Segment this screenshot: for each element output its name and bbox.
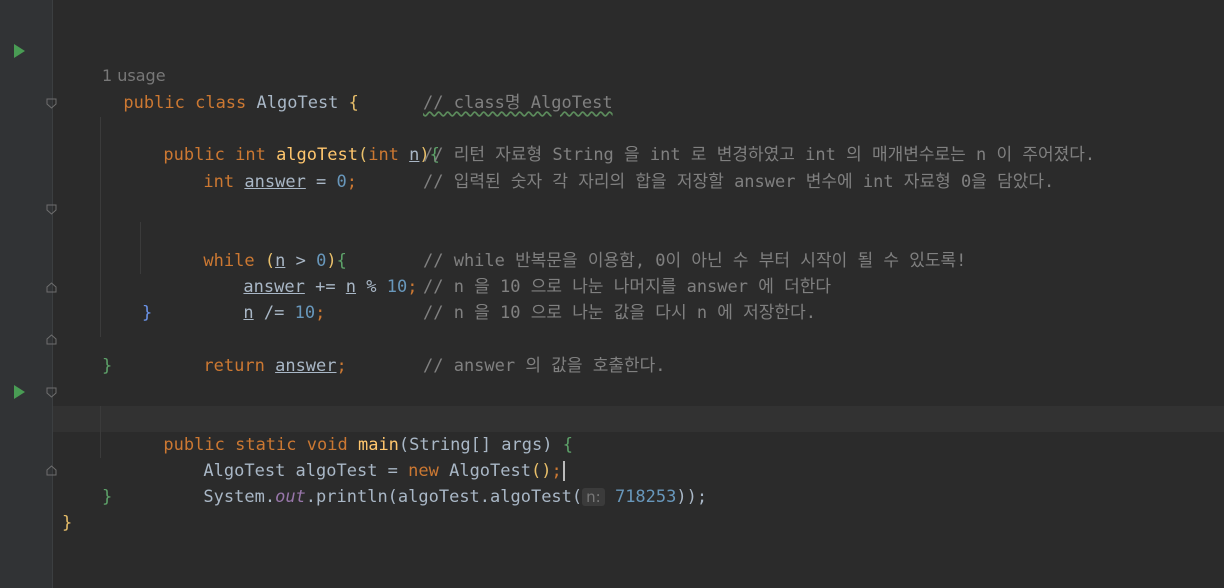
- code-line[interactable]: return answer; // answer 의 값을 호출한다.: [53, 301, 665, 376]
- brace: {: [348, 93, 359, 113]
- usage-hint[interactable]: 1 usage: [102, 66, 166, 85]
- code-line[interactable]: public class AlgoTest { // class명 AlgoTe…: [53, 38, 612, 113]
- code-line[interactable]: System.out.println(algoTest.algoTest(n: …: [53, 432, 707, 507]
- keyword: public: [123, 93, 185, 113]
- variable: n: [345, 277, 357, 297]
- code-line[interactable]: }: [53, 458, 112, 507]
- semicolon: ;: [336, 356, 347, 376]
- semicolon: ;: [315, 303, 326, 323]
- brace: }: [142, 303, 153, 323]
- run-class-icon[interactable]: [14, 44, 25, 58]
- brace: }: [102, 356, 113, 376]
- number: 10: [294, 303, 316, 323]
- variable: answer: [244, 172, 306, 192]
- operator: %: [356, 277, 387, 297]
- comment: // 리턴 자료형 String 을 int 로 변경하였고 int 의 매개변…: [423, 145, 1096, 165]
- variable: answer: [275, 356, 337, 376]
- method-call: .println(algoTest.algoTest(: [305, 487, 583, 507]
- comment: // 입력된 숫자 각 자리의 합을 저장할 answer 변수에 int 자료…: [423, 172, 1055, 192]
- code-line[interactable]: }: [53, 274, 152, 323]
- operator: /=: [253, 303, 295, 323]
- parameter-hint: n:: [582, 488, 605, 506]
- run-main-icon[interactable]: [14, 385, 25, 399]
- static-field: out: [275, 487, 306, 507]
- variable: n: [243, 303, 254, 323]
- keyword: int: [203, 172, 235, 192]
- comment: // n 을 10 으로 나눈 값을 다시 n 에 저장한다.: [423, 303, 816, 323]
- paren: ));: [676, 487, 708, 507]
- code-line[interactable]: }: [53, 327, 112, 376]
- comment: // n 을 10 으로 나눈 나머지를 answer 에 더한다: [423, 277, 832, 297]
- comment: // class명 AlgoTest: [423, 93, 613, 113]
- code-line[interactable]: n /= 10; // n 을 10 으로 나눈 값을 다시 n 에 저장한다.: [53, 248, 816, 323]
- code-line[interactable]: while (n > 0){ // while 반복문을 이용함, 0이 아닌 …: [53, 196, 966, 271]
- operator: =: [305, 172, 337, 192]
- code-line[interactable]: public static void main(String[] args) {: [53, 380, 573, 455]
- parameter: n: [409, 145, 420, 165]
- paren: (: [357, 145, 369, 165]
- keyword: class: [195, 93, 247, 113]
- keyword: return: [203, 356, 265, 376]
- number: 718253: [614, 487, 677, 507]
- class-name: AlgoTest: [256, 93, 339, 113]
- brace: }: [62, 513, 73, 533]
- class-name: System.: [203, 487, 276, 507]
- code-line[interactable]: answer += n % 10; // n 을 10 으로 나눈 나머지를 a…: [53, 222, 831, 297]
- indent-guide: [100, 117, 101, 337]
- code-line[interactable]: int answer = 0; // 입력된 숫자 각 자리의 합을 저장할 a…: [53, 117, 1054, 192]
- code-line[interactable]: AlgoTest algoTest = new AlgoTest();: [53, 406, 565, 481]
- number: 10: [386, 277, 408, 297]
- code-editor[interactable]: public class AlgoTest { // class명 AlgoTe…: [53, 0, 1224, 588]
- code-line[interactable]: public int algoTest(int n){ // 리턴 자료형 St…: [53, 90, 1095, 165]
- number: 0: [336, 172, 347, 192]
- code-line[interactable]: }: [53, 484, 94, 533]
- editor-gutter: [0, 0, 57, 588]
- comment: // answer 의 값을 호출한다.: [423, 356, 666, 376]
- indent-guide: [140, 222, 141, 274]
- keyword: int: [368, 145, 399, 165]
- comment: // while 반복문을 이용함, 0이 아닌 수 부터 시작이 될 수 있도…: [423, 251, 967, 271]
- semicolon: ;: [346, 172, 358, 192]
- indent-guide: [100, 406, 101, 458]
- brace: }: [102, 487, 113, 507]
- semicolon: ;: [407, 277, 418, 297]
